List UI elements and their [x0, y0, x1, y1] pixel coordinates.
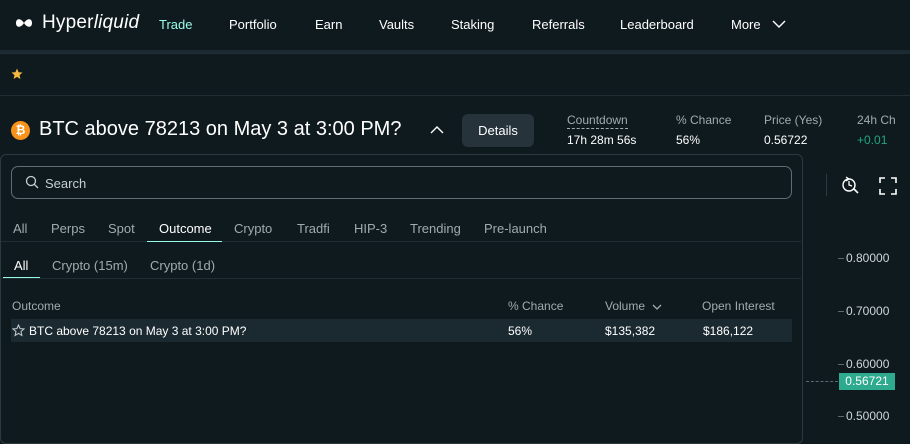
row-open-interest: $186,122 [703, 324, 754, 338]
tab-hip3[interactable]: HIP-3 [354, 221, 387, 236]
nav-trade[interactable]: Trade [159, 17, 192, 32]
column-header-outcome[interactable]: Outcome [12, 299, 61, 313]
search-input[interactable] [45, 173, 645, 193]
price-axis-label: 0.50000 [846, 409, 890, 423]
price-axis-label: 0.70000 [846, 304, 890, 318]
current-price-line [806, 381, 838, 382]
bitcoin-icon: ₿ [11, 121, 30, 140]
column-header-volume[interactable]: Volume [605, 299, 662, 313]
market-title[interactable]: BTC above 78213 on May 3 at 3:00 PM? [39, 118, 401, 141]
nav-referrals[interactable]: Referrals [532, 17, 585, 32]
subtab-crypto-15m[interactable]: Crypto (15m) [52, 258, 128, 273]
subtab-crypto-1d[interactable]: Crypto (1d) [150, 258, 215, 273]
fullscreen-icon[interactable] [878, 176, 898, 196]
hyperliquid-logo[interactable]: Hyperliquid [12, 12, 139, 34]
sort-chevron-down-icon [652, 304, 662, 310]
axis-tick [838, 311, 844, 312]
nav-leaderboard[interactable]: Leaderboard [620, 17, 694, 32]
hyperliquid-logo-icon [16, 19, 32, 27]
price-axis-label: 0.60000 [846, 357, 890, 371]
tab-tradfi[interactable]: Tradfi [297, 221, 330, 236]
tab-outcome[interactable]: Outcome [159, 221, 212, 236]
subtabs-divider [1, 278, 801, 279]
row-volume: $135,382 [605, 324, 656, 338]
tab-trending[interactable]: Trending [410, 221, 461, 236]
tabs-divider [1, 241, 801, 242]
active-subtab-indicator [3, 277, 40, 278]
price-yes-value: 0.56722 [764, 133, 808, 147]
volume-header-label: Volume [605, 299, 646, 313]
toolbar-divider [826, 174, 827, 196]
chance-label: % Chance [676, 113, 732, 127]
tab-all[interactable]: All [13, 221, 27, 236]
star-filled-icon[interactable] [11, 68, 23, 80]
price-yes-label: Price (Yes) [764, 113, 823, 127]
countdown-value: 17h 28m 56s [567, 133, 637, 147]
price-axis-label: 0.80000 [846, 251, 890, 265]
tab-perps[interactable]: Perps [51, 221, 85, 236]
price-chart[interactable] [803, 160, 910, 444]
change-24h-value: +0.01 [857, 133, 888, 147]
change-24h-label: 24h Ch [857, 113, 896, 127]
axis-tick [838, 416, 844, 417]
nav-more[interactable]: More [731, 17, 761, 32]
brand-name: Hyperliquid [42, 12, 140, 33]
row-chance: 56% [508, 324, 533, 338]
chevron-up-icon[interactable] [430, 123, 444, 137]
tab-pre-launch[interactable]: Pre-launch [484, 221, 547, 236]
current-price-badge: 0.56721 [839, 373, 895, 390]
replay-icon[interactable] [840, 175, 860, 195]
details-button[interactable]: Details [462, 114, 534, 147]
tab-spot[interactable]: Spot [108, 221, 135, 236]
active-tab-indicator [147, 241, 222, 242]
countdown-label: Countdown [567, 113, 628, 129]
axis-tick [838, 258, 844, 259]
search-icon [25, 175, 39, 189]
nav-staking[interactable]: Staking [451, 17, 494, 32]
column-header-open-interest[interactable]: Open Interest [702, 299, 775, 313]
column-header-chance[interactable]: % Chance [508, 299, 563, 313]
star-outline-icon[interactable] [12, 324, 25, 337]
nav-earn[interactable]: Earn [315, 17, 342, 32]
favorites-bar [0, 53, 910, 96]
row-outcome: BTC above 78213 on May 3 at 3:00 PM? [29, 324, 247, 338]
chance-value: 56% [676, 133, 701, 147]
subtab-all[interactable]: All [14, 258, 28, 273]
chevron-down-icon[interactable] [772, 17, 786, 31]
nav-vaults[interactable]: Vaults [379, 17, 414, 32]
nav-portfolio[interactable]: Portfolio [229, 17, 277, 32]
axis-tick [838, 364, 844, 365]
tab-crypto[interactable]: Crypto [234, 221, 272, 236]
